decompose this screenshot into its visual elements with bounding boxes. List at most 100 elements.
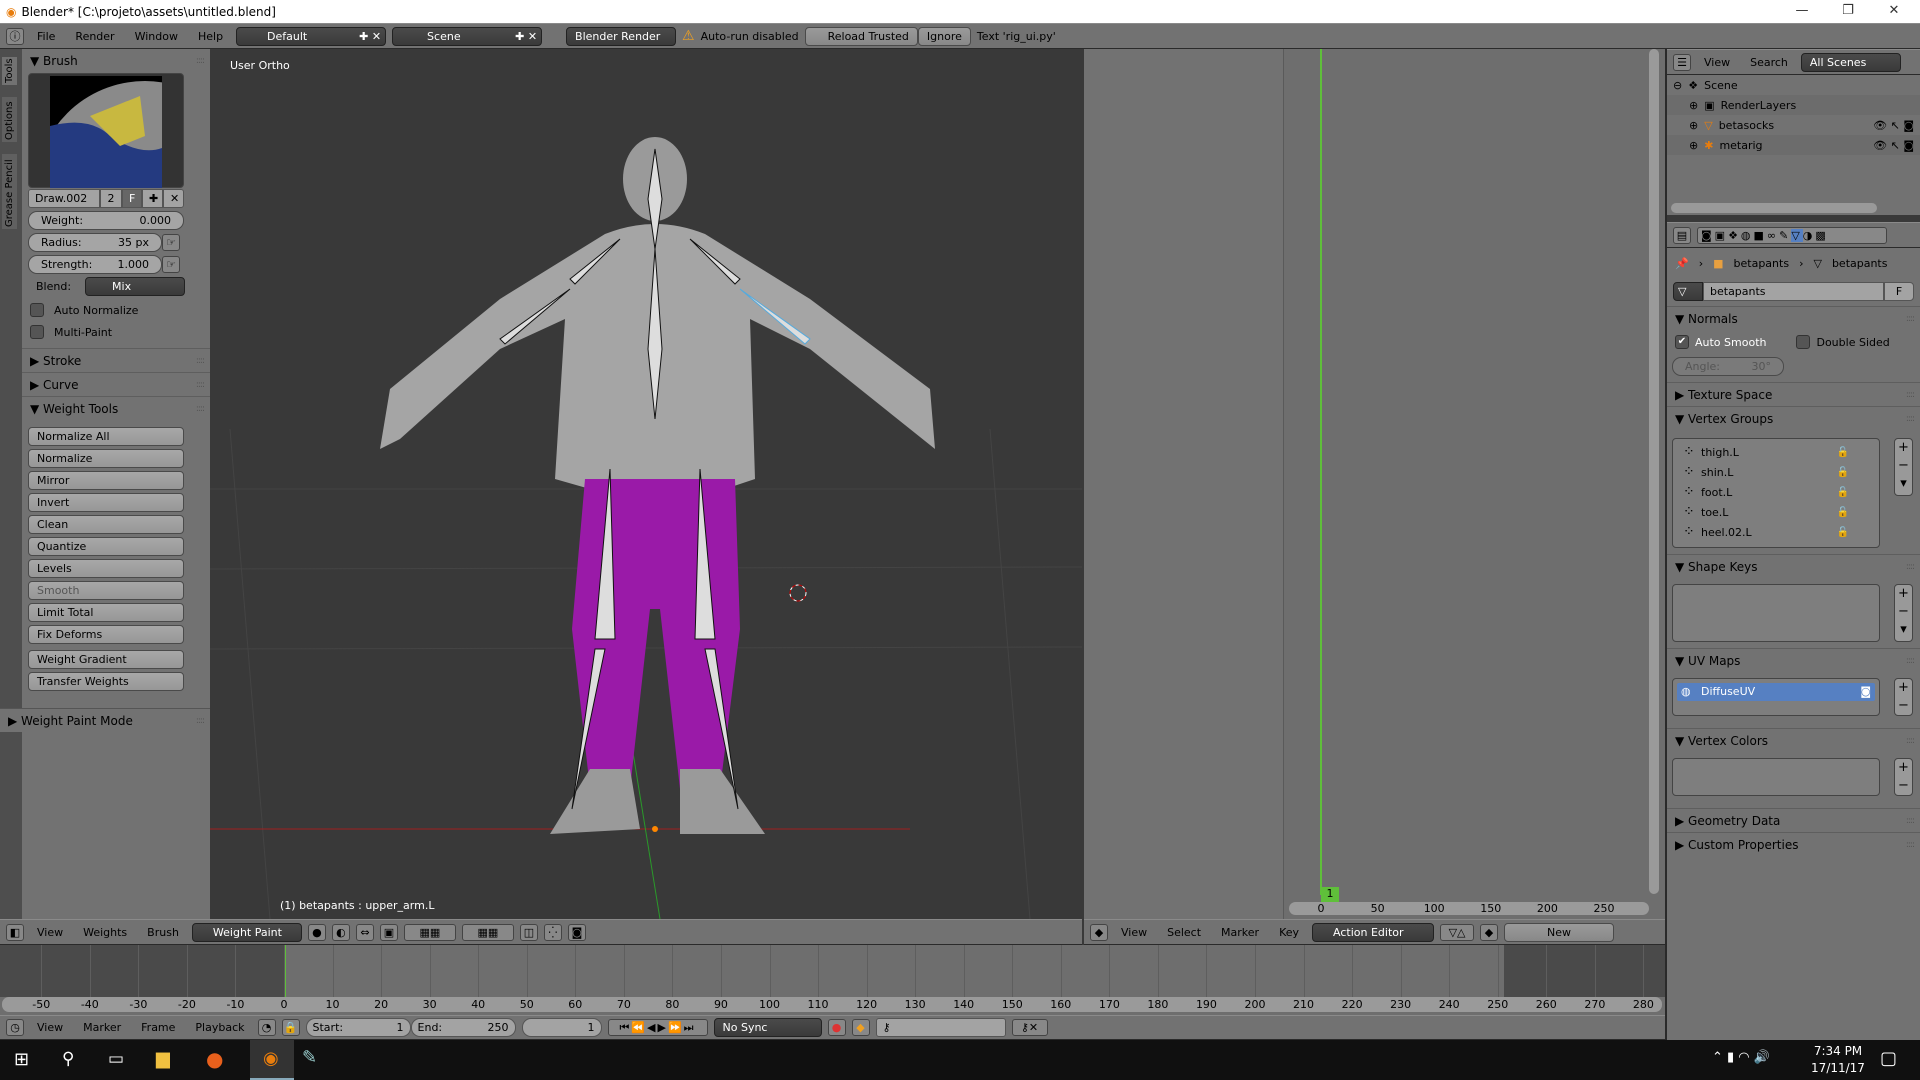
uv-map-add-remove[interactable]: + − [1894,678,1913,716]
menu-frame[interactable]: Frame [134,1021,182,1034]
mesh-browse-icon[interactable]: ▽ [1673,282,1703,301]
info-editor-icon[interactable]: ⓘ [6,27,24,45]
strength-slider[interactable]: Strength: 1.000 [28,255,162,274]
windows-start-icon[interactable]: ⊞ [14,1049,29,1070]
timeline[interactable]: -50 -40 -30 -20 -10 0 10 20 30 40 50 60 70 80 90 100 110… [0,945,1665,1015]
current-frame-field[interactable]: 1 [521,1018,602,1037]
close-button[interactable]: ✕ [1874,0,1914,22]
auto-smooth-checkbox[interactable]: ✔ Auto Smooth [1675,334,1766,350]
geometry-data-section[interactable]: ▶ Geometry Data:::: [1667,808,1920,832]
menu-key[interactable]: Key [1272,926,1306,939]
pin-icon[interactable]: 📌 [1675,257,1689,270]
playback-controls[interactable]: ⏮⏪◀▶⏩⏭ [607,1019,708,1036]
vertex-group-item[interactable]: thigh.L 🔓 [1673,442,1879,462]
lock-icon[interactable]: 🔓 [1837,527,1849,538]
shape-key-add-remove[interactable]: + − ▾ [1894,584,1913,642]
firefox-icon[interactable]: ● [206,1047,223,1071]
outliner-item[interactable]: ⊕ ▽ betasocks 👁 ↖ ◙ [1667,115,1920,135]
dopesheet-area[interactable]: 1 0 50 100 150 200 250 [1084,49,1665,919]
brush-name-field[interactable]: Draw.002 [28,189,100,208]
lock-icon[interactable]: 🔓 [1837,487,1849,498]
menu-marker[interactable]: Marker [1214,926,1266,939]
vertex-group-add-remove[interactable]: + − ▾ [1894,438,1913,496]
menu-select[interactable]: Select [1160,926,1208,939]
menu-file[interactable]: File [30,30,62,43]
lock-icon[interactable]: 🔓 [1837,467,1849,478]
vertex-group-item[interactable]: toe.L 🔓 [1673,502,1879,522]
minimize-button[interactable]: — [1782,0,1822,22]
app-taskbar-icon[interactable]: ✎ [302,1047,317,1068]
multi-paint-checkbox[interactable]: Multi-Paint [30,324,210,340]
mode-select[interactable]: Weight Paint [191,922,302,942]
sync-mode-select[interactable]: No Sync [713,1018,822,1037]
menu-view[interactable]: View [30,926,70,939]
blend-select[interactable]: Mix [85,277,186,296]
tab-options[interactable]: Options [2,97,17,142]
mesh-name-field[interactable]: betapants [1703,282,1884,301]
context-tabs[interactable]: ◙▣❖◍■∞✎▽◑▩ [1697,226,1887,244]
uv-map-item[interactable]: ◍ DiffuseUV ◙ [1677,683,1875,701]
lock-icon[interactable]: 🔓 [1837,447,1849,458]
end-frame-field[interactable]: End: 250 [410,1018,516,1037]
tool-button-transfer-weights[interactable]: Transfer Weights [28,672,184,691]
dopesheet-editor-icon[interactable]: ◆ [1090,923,1108,941]
ignore-button[interactable]: Ignore [917,26,971,46]
mask-icon[interactable]: ▣ [379,923,398,941]
reload-trusted-button[interactable]: Reload Trusted [804,26,918,46]
menu-weights[interactable]: Weights [76,926,134,939]
brush-section[interactable]: ▼ Brush:::: [22,49,210,73]
menu-view[interactable]: View [30,1021,70,1034]
tool-button-normalize-all[interactable]: Normalize All [28,427,184,446]
start-frame-field[interactable]: Start: 1 [305,1018,411,1037]
visibility-icons[interactable]: 👁 ↖ ◙ [1873,119,1914,132]
tool-button-levels[interactable]: Levels [28,559,184,578]
menu-brush[interactable]: Brush [140,926,186,939]
outliner-item[interactable]: ⊖ ❖ Scene [1667,75,1920,95]
vertex-group-item[interactable]: shin.L 🔓 [1673,462,1879,482]
menu-view[interactable]: View [1114,926,1154,939]
tool-button-quantize[interactable]: Quantize [28,537,184,556]
outliner-item[interactable]: ⊕ ✱ metarig 👁 ↖ ◙ [1667,135,1920,155]
outliner-editor-icon[interactable]: ☰ [1673,53,1691,71]
double-sided-checkbox[interactable]: Double Sided [1796,334,1890,350]
vertex-groups-section[interactable]: ▼ Vertex Groups:::: [1667,406,1920,430]
tool-button-mirror[interactable]: Mirror [28,471,184,490]
push-pull-icon[interactable]: ▽△ [1440,923,1475,941]
new-action-button[interactable]: New [1504,922,1615,942]
auto-normalize-checkbox[interactable]: Auto Normalize [30,302,210,318]
lock-icon[interactable]: 🔒 [281,1019,300,1036]
angle-slider[interactable]: Angle: 30° [1672,357,1784,376]
scrollbar[interactable] [1671,203,1877,213]
notifications-icon[interactable]: ▢ [1880,1048,1897,1069]
lock-icon[interactable]: 🔓 [1837,507,1849,518]
normals-section[interactable]: ▼ Normals:::: [1667,306,1920,330]
vertex-color-add-remove[interactable]: + − [1894,758,1913,796]
tray-icons[interactable]: ⌃ ▮ ◠ 🔊 [1712,1050,1770,1065]
stroke-section[interactable]: ▶ Stroke:::: [22,348,210,372]
uv-maps-section[interactable]: ▼ UV Maps:::: [1667,648,1920,672]
menu-view[interactable]: View [1697,56,1737,69]
custom-properties-section[interactable]: ▶ Custom Properties:::: [1667,832,1920,856]
menu-help[interactable]: Help [191,30,230,43]
render-engine-select[interactable]: Blender Render [566,26,677,46]
tool-button-fix-deforms[interactable]: Fix Deforms [28,625,184,644]
tool-button-limit-total[interactable]: Limit Total [28,603,184,622]
tab-grease-pencil[interactable]: Grease Pencil [2,154,17,229]
add-brush-icon[interactable]: ✚ [142,189,163,208]
add-close-icon[interactable]: ✚ ✕ [515,28,537,45]
vertex-group-item[interactable]: foot.L 🔓 [1673,482,1879,502]
tab-tools[interactable]: Tools [2,57,17,85]
display-mode-select[interactable]: All Scenes [1800,52,1901,72]
3d-view-editor-icon[interactable]: ◧ [6,923,24,941]
clock-date[interactable]: 17/11/17 [1808,1061,1868,1075]
render-icon[interactable]: ◙ [567,923,586,941]
unlink-brush-icon[interactable]: ✕ [163,189,184,208]
tool-button-invert[interactable]: Invert [28,493,184,512]
manipulator-icon[interactable]: ⇔ [355,923,374,941]
current-frame-indicator[interactable]: 1 [1321,887,1339,903]
weight-tools-section[interactable]: ▼ Weight Tools:::: [22,396,210,420]
3d-viewport[interactable]: User Ortho (1) betapants : upper_arm.L [210,49,1082,919]
menu-search[interactable]: Search [1743,56,1795,69]
menu-marker[interactable]: Marker [76,1021,128,1034]
blender-taskbar-icon[interactable]: ◉ [250,1040,294,1080]
